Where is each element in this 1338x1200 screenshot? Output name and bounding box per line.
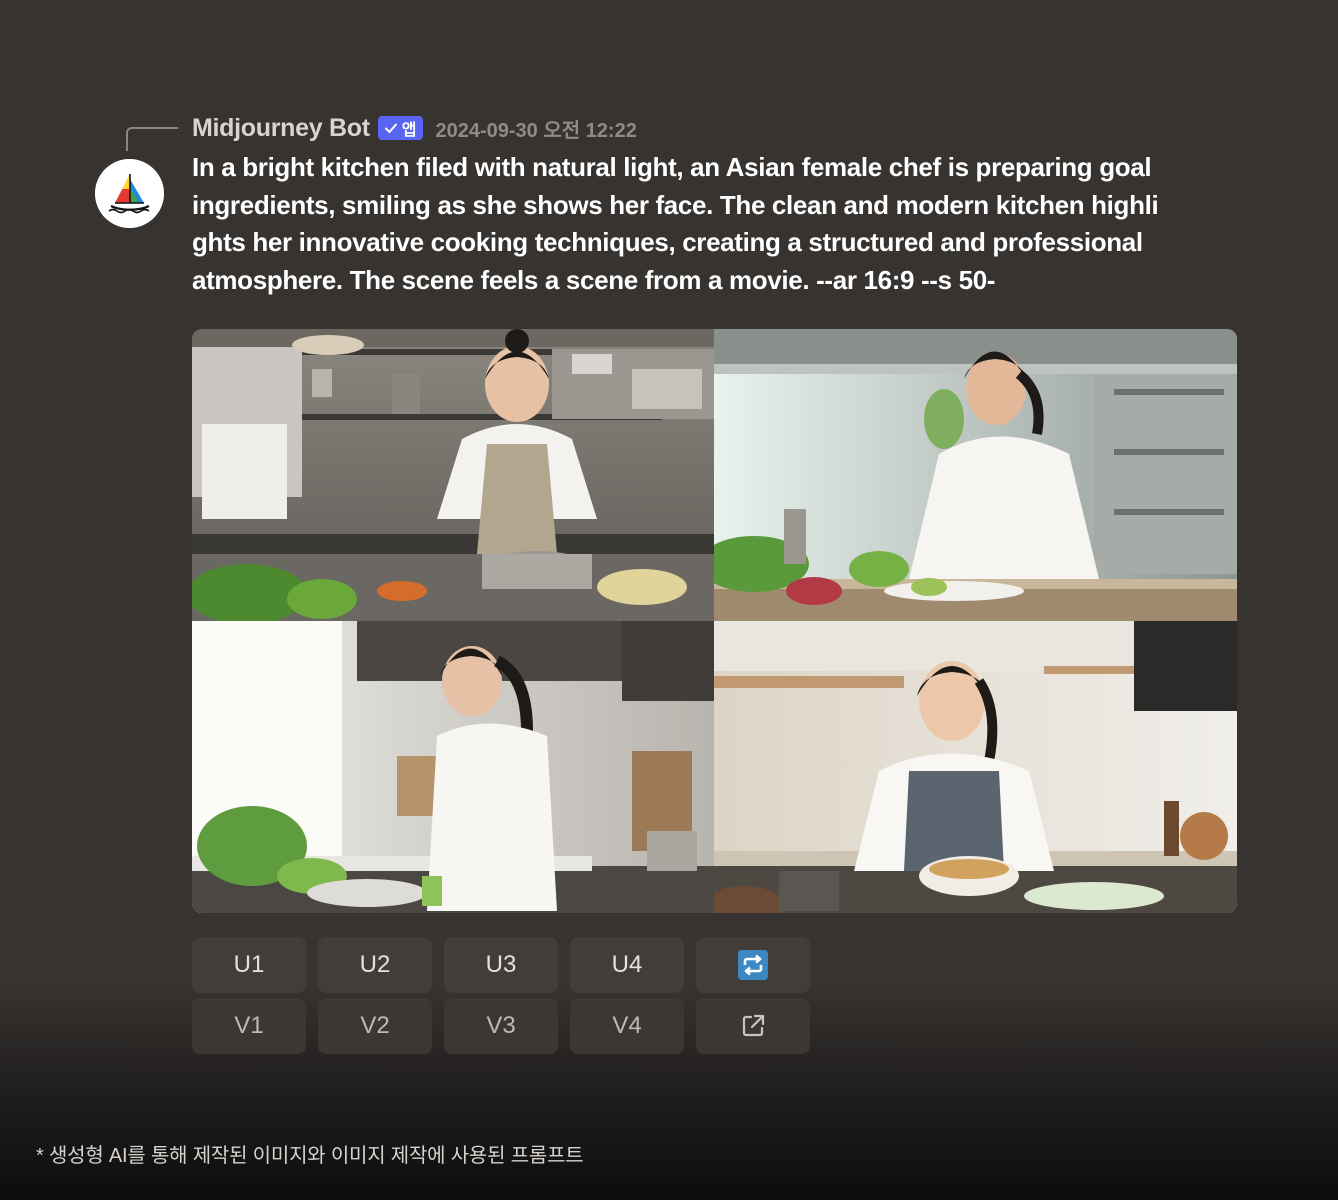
external-link-icon bbox=[742, 1014, 765, 1037]
upscale-4-button[interactable]: U4 bbox=[570, 937, 684, 993]
message-header: Midjourney Bot 앱 2024-09-30 오전 12:22 bbox=[192, 112, 637, 144]
variation-3-button[interactable]: V3 bbox=[444, 998, 558, 1054]
generated-image-grid[interactable] bbox=[192, 329, 1237, 913]
open-in-browser-button[interactable] bbox=[696, 998, 810, 1054]
generated-image-4[interactable] bbox=[714, 621, 1237, 913]
upscale-2-button[interactable]: U2 bbox=[318, 937, 432, 993]
upscale-3-button[interactable]: U3 bbox=[444, 937, 558, 993]
app-badge-label: 앱 bbox=[401, 122, 417, 139]
app-badge: 앱 bbox=[377, 116, 424, 140]
kitchen-image-2-icon bbox=[714, 329, 1237, 621]
upscale-1-button[interactable]: U1 bbox=[192, 937, 306, 993]
generated-image-1[interactable] bbox=[192, 329, 714, 621]
generated-image-3[interactable] bbox=[192, 621, 714, 913]
reroll-icon bbox=[738, 950, 768, 980]
kitchen-image-1-icon bbox=[192, 329, 714, 621]
kitchen-image-4-icon bbox=[714, 621, 1237, 913]
generated-image-2[interactable] bbox=[714, 329, 1237, 621]
verified-check-icon bbox=[384, 123, 397, 133]
reply-connector-line bbox=[126, 127, 178, 151]
prompt-text: In a bright kitchen filed with natural l… bbox=[192, 152, 1159, 295]
variation-2-button[interactable]: V2 bbox=[318, 998, 432, 1054]
kitchen-image-3-icon bbox=[192, 621, 714, 913]
midjourney-logo-icon bbox=[95, 159, 164, 228]
upscale-button-row: U1 U2 U3 U4 bbox=[192, 937, 810, 993]
bot-avatar[interactable] bbox=[95, 159, 164, 228]
variation-4-button[interactable]: V4 bbox=[570, 998, 684, 1054]
message-timestamp: 2024-09-30 오전 12:22 bbox=[435, 119, 637, 142]
reroll-button[interactable] bbox=[696, 937, 810, 993]
disclaimer-footnote: * 생성형 AI를 통해 제작된 이미지와 이미지 제작에 사용된 프롬프트 bbox=[36, 1145, 584, 1167]
variation-button-row: V1 V2 V3 V4 bbox=[192, 998, 810, 1054]
author-name[interactable]: Midjourney Bot bbox=[192, 114, 370, 143]
variation-1-button[interactable]: V1 bbox=[192, 998, 306, 1054]
